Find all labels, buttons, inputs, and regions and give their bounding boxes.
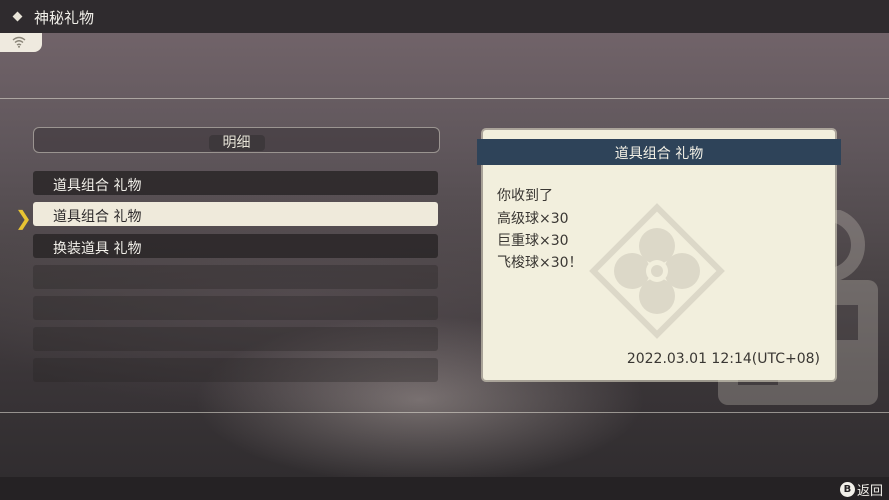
detail-line: 你收到了 — [497, 188, 553, 204]
detail-line: 飞梭球×30！ — [497, 255, 583, 271]
list-item-gift-1[interactable]: 道具组合 礼物 — [33, 171, 438, 195]
top-bar: 神秘礼物 — [0, 0, 889, 33]
bottom-bar: B 返回 — [0, 477, 889, 500]
wifi-status — [0, 33, 42, 52]
list-slot-empty — [33, 296, 438, 320]
list-item-gift-3[interactable]: 换装道具 礼物 — [33, 234, 438, 258]
detail-title: 道具组合 礼物 — [614, 146, 704, 162]
divider-top — [0, 98, 889, 99]
detail-line: 巨重球×30 — [497, 233, 569, 249]
selection-cursor-icon: ❯ — [15, 206, 32, 230]
divider-bottom — [0, 412, 889, 413]
detail-date: 2022.03.01 12:14(UTC+08) — [626, 351, 820, 367]
list-item-label: 道具组合 礼物 — [53, 178, 142, 194]
detail-title-bar: 道具组合 礼物 — [477, 139, 841, 165]
list-slot-empty — [33, 358, 438, 382]
list-item-label: 换装道具 礼物 — [53, 241, 142, 257]
page-title: 神秘礼物 — [34, 9, 95, 27]
list-item-gift-2[interactable]: 道具组合 礼物 — [33, 202, 438, 226]
list-header: 明细 — [33, 127, 440, 153]
back-label: 返回 — [856, 484, 883, 499]
list-slot-empty — [33, 327, 438, 351]
b-button-icon: B — [839, 482, 855, 497]
list-item-label: 道具组合 礼物 — [53, 209, 142, 225]
detail-line: 高级球×30 — [497, 211, 569, 227]
wifi-icon — [12, 36, 26, 48]
diamond-icon — [12, 11, 23, 22]
back-button[interactable]: B 返回 — [839, 480, 883, 499]
list-header-label: 明细 — [208, 135, 265, 151]
gift-emblem-icon — [589, 203, 725, 339]
list-slot-empty — [33, 265, 438, 289]
gift-detail-card: 你收到了 高级球×30 巨重球×30 飞梭球×30！ 2022.03.01 12… — [483, 130, 835, 380]
